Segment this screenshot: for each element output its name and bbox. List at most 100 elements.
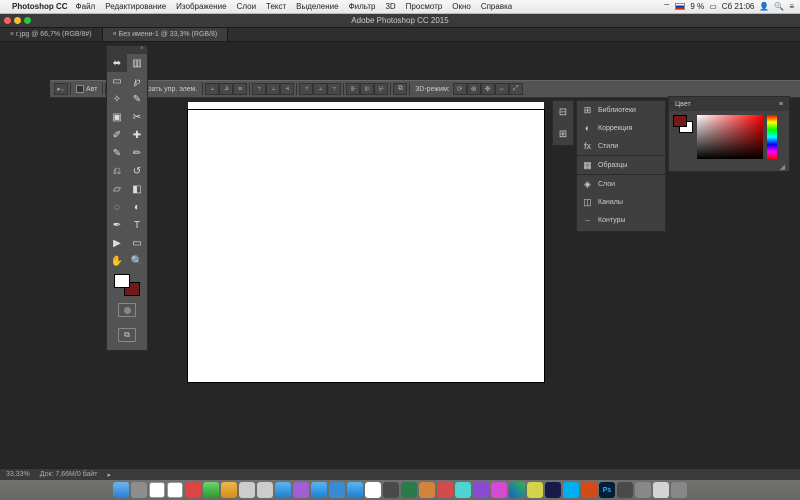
clock[interactable]: Сб 21:06: [722, 2, 755, 11]
panel-channels[interactable]: ◫Каналы: [577, 193, 665, 211]
color-field[interactable]: [697, 115, 763, 159]
menu-3d[interactable]: 3D: [385, 2, 395, 11]
keyboard-layout[interactable]: [675, 3, 685, 10]
dock-app-9[interactable]: [275, 482, 291, 498]
wifi-icon[interactable]: ⌔: [663, 2, 671, 12]
dock-app-30[interactable]: [653, 482, 669, 498]
screen-mode-button[interactable]: ⧉: [118, 328, 136, 342]
move-tool[interactable]: ⬌: [107, 54, 127, 72]
type-tool[interactable]: T: [127, 216, 147, 234]
color-panel[interactable]: Цвет ≡ ◢: [668, 96, 790, 172]
3d-roll-button[interactable]: ⊕: [467, 83, 481, 95]
dock-app-26[interactable]: [581, 482, 597, 498]
eyedropper-tool[interactable]: ✐: [107, 126, 127, 144]
dist-hcenter-button[interactable]: ⊫: [360, 83, 374, 95]
close-window-button[interactable]: [4, 17, 11, 24]
zoom-level[interactable]: 33,33%: [6, 471, 30, 478]
path-select-tool[interactable]: ▶: [107, 234, 127, 252]
panel-menu-icon[interactable]: ≡: [779, 101, 783, 108]
hand-tool[interactable]: ✋: [107, 252, 127, 270]
properties-panel-icon[interactable]: ⊞: [553, 123, 573, 145]
align-vcenter-button[interactable]: ⫠: [266, 83, 280, 95]
dock-app-15[interactable]: [383, 482, 399, 498]
align-left-button[interactable]: ⫠: [205, 83, 219, 95]
dist-vcenter-button[interactable]: ⫠: [313, 83, 327, 95]
healing-tool[interactable]: ✚: [127, 126, 147, 144]
dock-app-21[interactable]: [491, 482, 507, 498]
menu-слои[interactable]: Слои: [237, 2, 256, 11]
search-icon[interactable]: 🔍: [774, 2, 784, 11]
dock-app-7[interactable]: [239, 482, 255, 498]
pencil-tool[interactable]: ✏: [127, 144, 147, 162]
panel-libraries[interactable]: ⊞Библиотеки: [577, 101, 665, 119]
zoom-window-button[interactable]: [24, 17, 31, 24]
pen-tool[interactable]: ✒: [107, 216, 127, 234]
dock-app-29[interactable]: [635, 482, 651, 498]
app-name[interactable]: Photoshop CC: [12, 2, 68, 11]
menu-изображение[interactable]: Изображение: [176, 2, 226, 11]
align-top-button[interactable]: ⫟: [252, 83, 266, 95]
history-brush-tool[interactable]: ↺: [127, 162, 147, 180]
dock-app-28[interactable]: [617, 482, 633, 498]
dodge-tool[interactable]: ◐: [127, 198, 147, 216]
dock-app-16[interactable]: [401, 482, 417, 498]
battery-icon[interactable]: ▭: [709, 2, 717, 11]
dock-app-3[interactable]: [167, 482, 183, 498]
panel-styles[interactable]: fxСтили: [577, 137, 665, 155]
toolbox[interactable]: × ⬌▥▭℘✧✎▣✂✐✚✎✏⎌↺▱◧◌◐✒T▶▭✋🔍 ⧉: [106, 45, 148, 351]
dock-app-20[interactable]: [473, 482, 489, 498]
toolbox-collapse-icon[interactable]: ×: [140, 47, 145, 52]
slice-tool[interactable]: ✂: [127, 108, 147, 126]
panel-paths[interactable]: ⎯Контуры: [577, 211, 665, 229]
dock-app-18[interactable]: [437, 482, 453, 498]
dock-app-17[interactable]: [419, 482, 435, 498]
panel-swatches[interactable]: ▦Образцы: [577, 156, 665, 174]
panel-layers[interactable]: ◈Слои: [577, 175, 665, 193]
3d-orbit-button[interactable]: ⟳: [453, 83, 467, 95]
color-swatches[interactable]: [114, 274, 140, 296]
dock-app-1[interactable]: [131, 482, 147, 498]
history-panel-icon[interactable]: ⊟: [553, 101, 573, 123]
menu-фильтр[interactable]: Фильтр: [349, 2, 376, 11]
dock-app-0[interactable]: [113, 482, 129, 498]
dock-app-6[interactable]: [221, 482, 237, 498]
minimize-window-button[interactable]: [14, 17, 21, 24]
menu-редактирование[interactable]: Редактирование: [105, 2, 166, 11]
gradient-tool[interactable]: ◧: [127, 180, 147, 198]
menu-выделение[interactable]: Выделение: [296, 2, 338, 11]
dist-left-button[interactable]: ⊪: [346, 83, 360, 95]
dock-app-14[interactable]: [365, 482, 381, 498]
foreground-swatch[interactable]: [114, 274, 130, 288]
3d-scale-button[interactable]: ⤢: [509, 83, 523, 95]
dock-app-23[interactable]: [527, 482, 543, 498]
canvas[interactable]: [188, 110, 544, 382]
dock-app-22[interactable]: [509, 482, 525, 498]
dist-bottom-button[interactable]: ⫟: [327, 83, 341, 95]
brush-tool[interactable]: ✎: [107, 144, 127, 162]
notification-icon[interactable]: ≡: [789, 2, 794, 11]
marquee-tool[interactable]: ▭: [107, 72, 127, 90]
dock-app-5[interactable]: [203, 482, 219, 498]
close-tab-icon[interactable]: ×: [113, 31, 117, 38]
dock-app-25[interactable]: [563, 482, 579, 498]
dock-app-4[interactable]: [185, 482, 201, 498]
status-arrow-icon[interactable]: ▸: [108, 471, 112, 479]
doc-tab-1[interactable]: × Без имени-1 @ 33,3% (RGB/8): [103, 28, 229, 41]
panel-adjustments[interactable]: ◐Коррекция: [577, 119, 665, 137]
close-tab-icon[interactable]: ×: [10, 31, 14, 38]
move-tool-preset[interactable]: ▸₊: [54, 83, 68, 95]
hue-slider[interactable]: [767, 115, 777, 159]
dock-app-13[interactable]: [347, 482, 363, 498]
doc-size[interactable]: Док: 7,66М/0 байт: [40, 471, 98, 478]
align-right-button[interactable]: ⫢: [233, 83, 247, 95]
menu-просмотр[interactable]: Просмотр: [406, 2, 443, 11]
zoom-tool[interactable]: 🔍: [127, 252, 147, 270]
menu-справка[interactable]: Справка: [481, 2, 512, 11]
eraser-tool[interactable]: ▱: [107, 180, 127, 198]
3d-pan-button[interactable]: ✥: [481, 83, 495, 95]
crop-tool[interactable]: ▣: [107, 108, 127, 126]
menu-текст[interactable]: Текст: [266, 2, 286, 11]
quick-mask-button[interactable]: [118, 303, 136, 317]
dock-app-24[interactable]: [545, 482, 561, 498]
doc-tab-0[interactable]: × r.jpg @ 66,7% (RGB/8#): [0, 28, 103, 41]
